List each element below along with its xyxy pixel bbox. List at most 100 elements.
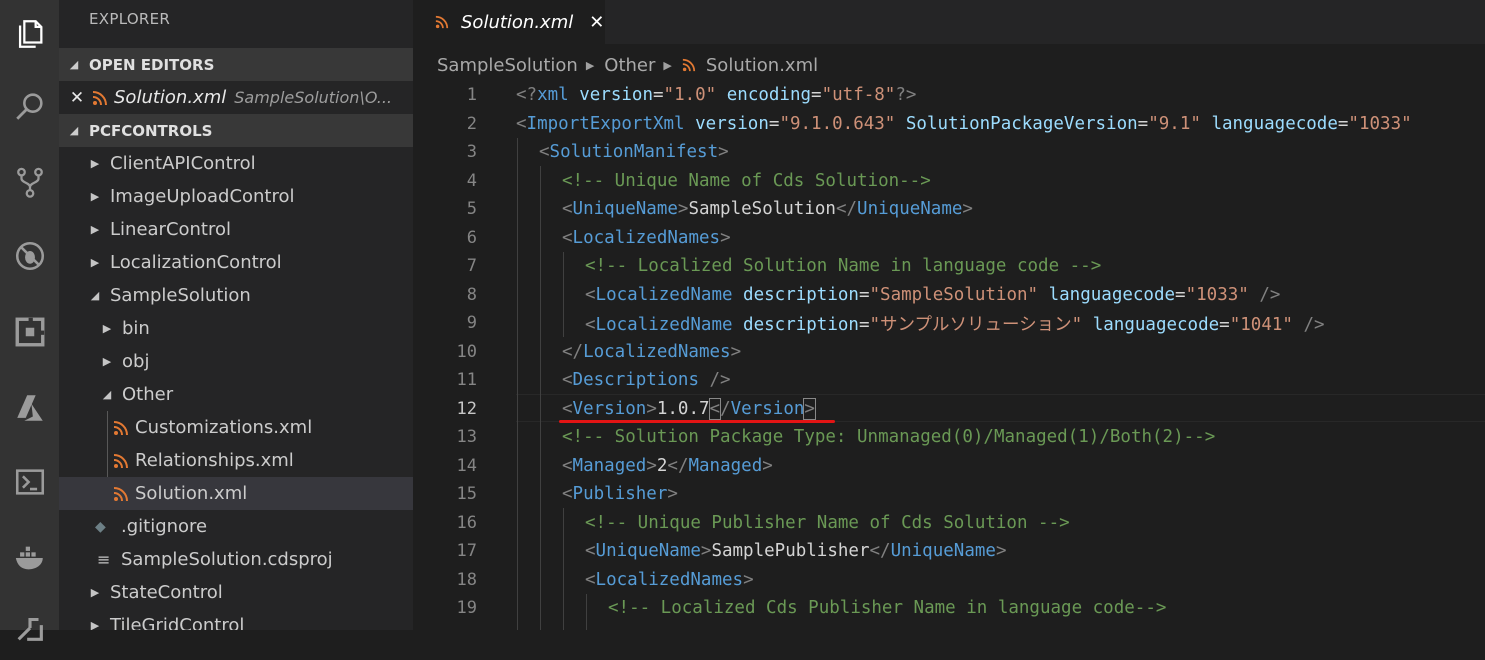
code-editor[interactable]: 1 <?xml version="1.0" encoding="utf-8"?>… xyxy=(413,81,1485,630)
line-number: 8 xyxy=(466,284,477,305)
code-token: = xyxy=(858,314,870,335)
tree-item-label: Other xyxy=(122,384,174,405)
code-token: </ xyxy=(667,455,689,476)
code-token: > xyxy=(720,227,731,248)
code-token: > xyxy=(995,541,1007,562)
code-token: UniqueName xyxy=(890,541,996,562)
xml-file-icon xyxy=(113,453,129,469)
line-number: 13 xyxy=(456,427,477,448)
tree-item-label: SampleSolution xyxy=(110,285,251,306)
code-token: ?> xyxy=(895,85,917,106)
code-line-current: 12 <Version>1.0.7</Version> xyxy=(413,395,1485,424)
tree-item-folder[interactable]: ▶ obj xyxy=(59,345,413,378)
tree-item-folder-expanded[interactable]: ◢ SampleSolution xyxy=(59,279,413,312)
code-text: <?xml version="1.0" encoding="utf-8"?> xyxy=(516,85,916,105)
tree-item-file[interactable]: ◆ .gitignore xyxy=(59,510,413,543)
tree-item-folder[interactable]: ▶ StateControl xyxy=(59,576,413,609)
code-token: "9.1.0.643" xyxy=(779,113,896,134)
code-token: </ xyxy=(835,199,858,220)
code-line: 15 <Publisher> xyxy=(413,480,1485,509)
close-icon[interactable]: ✕ xyxy=(62,88,92,108)
line-number: 1 xyxy=(466,85,477,106)
code-token: > xyxy=(962,199,973,220)
tree-item-folder[interactable]: ▶ bin xyxy=(59,312,413,345)
open-editors-section[interactable]: ◢ OPEN EDITORS xyxy=(59,48,413,81)
code-text: <Managed>2</Managed> xyxy=(562,456,773,476)
tree-item-label: ClientAPIControl xyxy=(110,153,256,174)
tab-solution-xml[interactable]: Solution.xml ✕ xyxy=(413,0,605,44)
code-text: </LocalizedNames> xyxy=(562,342,741,362)
annotation-underline xyxy=(559,420,835,423)
tree-item-label: bin xyxy=(122,318,150,339)
source-control-icon[interactable] xyxy=(0,150,59,214)
code-token: /> xyxy=(698,370,731,391)
code-token: version xyxy=(568,85,653,106)
explorer-sidebar: EXPLORER ◢ OPEN EDITORS ✕ Solution.xml S… xyxy=(59,0,413,630)
code-token: Version xyxy=(730,398,805,419)
code-token: ImportExportXml xyxy=(526,113,685,134)
breadcrumb-item[interactable]: Solution.xml xyxy=(706,55,818,76)
terminal-icon[interactable] xyxy=(0,450,59,514)
tree-item-label: obj xyxy=(122,351,150,372)
xml-file-icon xyxy=(682,58,696,72)
debug-icon[interactable] xyxy=(0,224,59,288)
tree-item-folder-expanded[interactable]: ◢ Other xyxy=(59,378,413,411)
bracket-match: < xyxy=(708,397,722,420)
code-line: 19 <!-- Localized Cds Publisher Name in … xyxy=(413,594,1485,623)
files-icon[interactable] xyxy=(0,2,59,66)
tree-item-label: StateControl xyxy=(110,582,223,603)
code-token: LocalizedName xyxy=(595,284,733,305)
xml-file-icon xyxy=(92,90,108,106)
code-token: = xyxy=(858,284,870,305)
tree-item-label: Customizations.xml xyxy=(135,417,313,438)
code-token: > xyxy=(646,455,657,476)
tree-item-file[interactable]: Customizations.xml xyxy=(59,411,413,444)
code-token: version xyxy=(684,113,769,134)
breadcrumb-item[interactable]: Other xyxy=(604,55,655,76)
code-token: languagecode xyxy=(1200,113,1338,134)
tree-item-file-selected[interactable]: Solution.xml xyxy=(59,477,413,510)
remote-icon[interactable] xyxy=(0,596,59,660)
open-editors-label: OPEN EDITORS xyxy=(89,55,215,74)
code-text: <SolutionManifest> xyxy=(539,142,729,162)
tree-item-folder[interactable]: ▶ ClientAPIControl xyxy=(59,147,413,180)
code-token: > xyxy=(730,341,742,362)
tree-item-file[interactable]: Relationships.xml xyxy=(59,444,413,477)
chevron-right-icon: ▶ xyxy=(90,619,100,630)
extensions-icon[interactable] xyxy=(0,300,59,364)
code-token: "1033" xyxy=(1348,113,1412,134)
tree-item-folder[interactable]: ▶ ImageUploadControl xyxy=(59,180,413,213)
tree-item-folder[interactable]: ▶ TileGridControl xyxy=(59,609,413,630)
code-token: <!-- Unique Name of Cds Solution--> xyxy=(562,170,931,191)
tree-item-folder[interactable]: ▶ LinearControl xyxy=(59,213,413,246)
line-number: 11 xyxy=(456,370,477,391)
line-number: 15 xyxy=(456,484,477,505)
code-token: > xyxy=(743,569,754,590)
xml-file-icon xyxy=(113,420,129,436)
close-icon[interactable]: ✕ xyxy=(589,12,604,33)
code-token: Publisher xyxy=(572,484,668,505)
line-number: 6 xyxy=(466,227,477,248)
code-token: SampleSolution xyxy=(688,199,836,220)
gitignore-icon: ◆ xyxy=(95,518,106,535)
open-editor-item[interactable]: ✕ Solution.xml SampleSolution\O... xyxy=(59,81,413,114)
docker-icon[interactable] xyxy=(0,526,59,590)
code-line: 1 <?xml version="1.0" encoding="utf-8"?> xyxy=(413,81,1485,110)
azure-icon[interactable] xyxy=(0,376,59,440)
breadcrumb-item[interactable]: SampleSolution xyxy=(437,55,578,76)
code-text: <!-- Solution Package Type: Unmanaged(0)… xyxy=(562,427,1215,447)
chevron-down-icon: ◢ xyxy=(69,124,79,137)
code-token: xml xyxy=(537,85,569,106)
tree-item-folder[interactable]: ▶ LocalizationControl xyxy=(59,246,413,279)
code-token: < xyxy=(562,484,573,505)
code-token: > xyxy=(700,541,712,562)
tree-item-label: TileGridControl xyxy=(110,615,245,630)
code-token: > xyxy=(646,398,657,419)
code-token: Descriptions xyxy=(572,370,699,391)
search-icon[interactable] xyxy=(0,74,59,138)
code-token: = xyxy=(1337,113,1349,134)
code-token: /> xyxy=(1248,284,1281,305)
project-section[interactable]: ◢ PCFCONTROLS xyxy=(59,114,413,147)
tree-item-file[interactable]: ≡ SampleSolution.cdsproj xyxy=(59,543,413,576)
code-token: < xyxy=(562,199,573,220)
